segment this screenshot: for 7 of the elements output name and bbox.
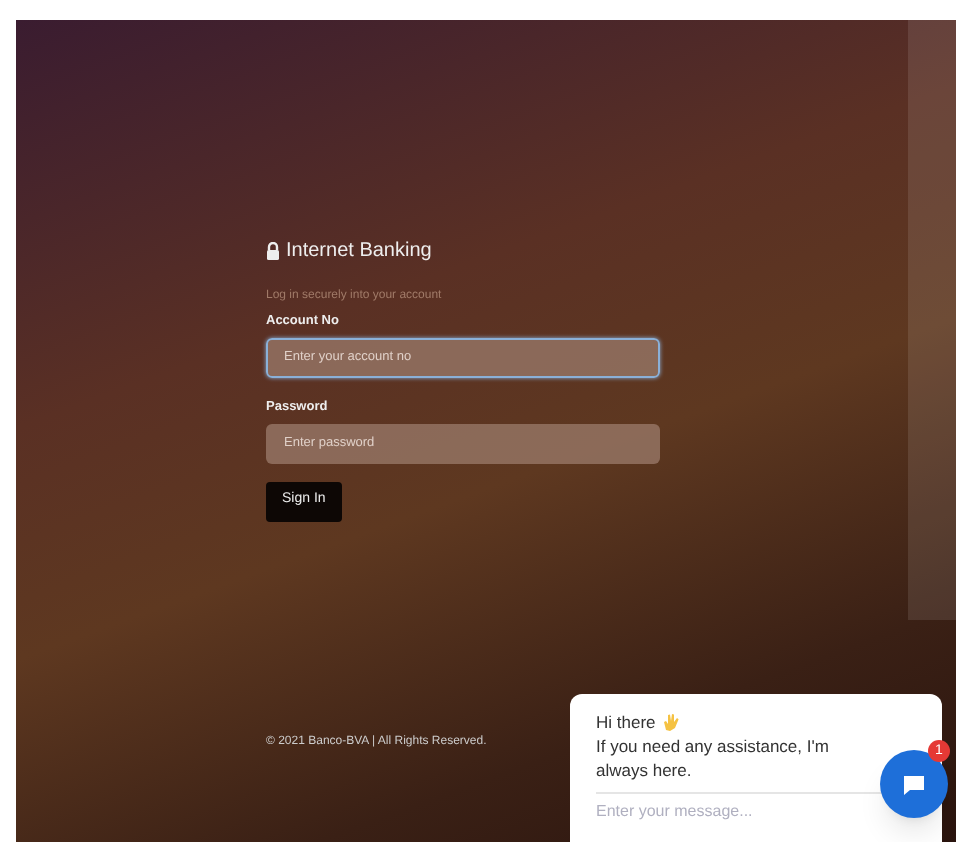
chat-message: If you need any assistance, I'm always here. bbox=[596, 734, 831, 782]
login-title: Internet Banking bbox=[286, 238, 432, 266]
waving-hand-icon bbox=[661, 712, 680, 732]
chat-input-field[interactable]: Enter your message... bbox=[596, 800, 876, 824]
lock-icon bbox=[266, 242, 280, 260]
chat-bubble-icon bbox=[902, 773, 926, 795]
chat-greeting: Hi there bbox=[596, 710, 656, 734]
